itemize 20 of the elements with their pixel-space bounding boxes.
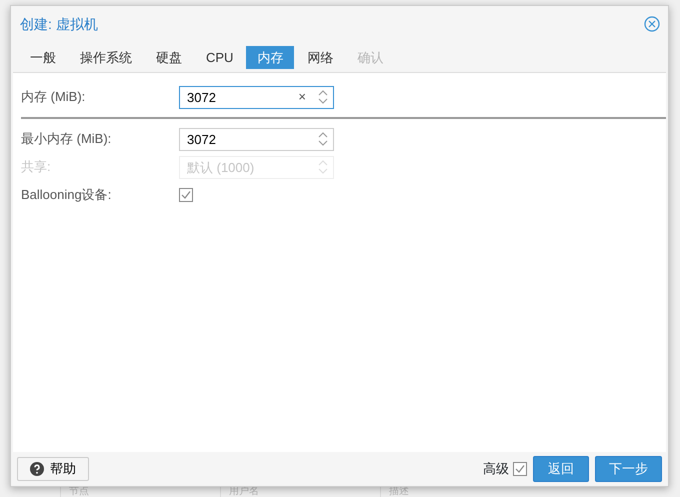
tab[interactable]: 一般 bbox=[19, 46, 67, 69]
number-field[interactable]: 3072 bbox=[179, 128, 334, 150]
checkbox[interactable] bbox=[513, 462, 527, 476]
clear-button[interactable]: × bbox=[298, 88, 306, 104]
checkbox[interactable] bbox=[179, 188, 193, 202]
window-title: 创建: 虚拟机 bbox=[20, 14, 98, 34]
spinner-arrows-icon[interactable] bbox=[318, 130, 328, 146]
help-button[interactable]: 帮助 bbox=[17, 457, 89, 481]
tab[interactable]: 操作系统 bbox=[69, 46, 143, 69]
field-label: 共享: bbox=[21, 158, 52, 176]
field-label: 最小内存 (MiB): bbox=[21, 130, 112, 148]
advanced-label: 高级 bbox=[483, 460, 509, 478]
tab[interactable]: 网络 bbox=[296, 46, 344, 69]
field-label: Ballooning设备: bbox=[21, 186, 112, 204]
close-icon[interactable] bbox=[644, 16, 660, 32]
tab[interactable]: CPU bbox=[195, 46, 244, 69]
help-icon bbox=[30, 462, 44, 476]
tab[interactable]: 硬盘 bbox=[145, 46, 193, 69]
field-label: 内存 (MiB): bbox=[21, 88, 86, 106]
spinner-arrows-icon[interactable] bbox=[318, 88, 328, 104]
